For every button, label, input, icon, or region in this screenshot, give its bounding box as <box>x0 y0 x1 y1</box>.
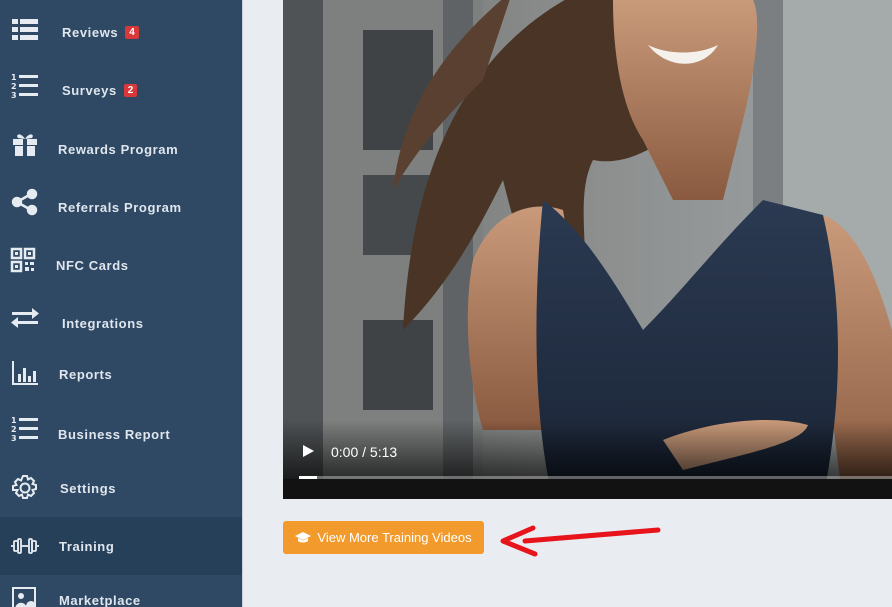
sidebar-item-rewards-program[interactable]: Rewards Program <box>0 128 242 168</box>
sidebar-item-marketplace[interactable]: Marketplace <box>0 580 242 607</box>
view-more-training-videos-button[interactable]: View More Training Videos <box>283 521 484 554</box>
sidebar-item-label: Reports <box>59 367 113 382</box>
list-icon <box>11 16 39 44</box>
view-more-training-videos-label: View More Training Videos <box>317 530 472 545</box>
qr-code-icon <box>9 246 37 274</box>
numbered-list-icon: 1 2 3 <box>11 72 39 100</box>
video-progress-bar[interactable] <box>299 476 892 479</box>
svg-text:2: 2 <box>11 425 17 434</box>
video-progress-fill <box>299 476 317 479</box>
sidebar-item-label: Surveys <box>62 83 117 98</box>
sidebar-item-label: Integrations <box>62 316 144 331</box>
sidebar-item-referrals-program[interactable]: Referrals Program <box>0 186 242 226</box>
share-icon <box>11 188 39 216</box>
sidebar-divider <box>242 0 243 607</box>
sidebar-item-label: NFC Cards <box>56 258 129 273</box>
sidebar-item-reviews[interactable]: Reviews 4 <box>0 12 242 52</box>
sidebar-item-label: Rewards Program <box>58 142 179 157</box>
sidebar-item-business-report[interactable]: 1 2 3 Business Report <box>0 413 242 453</box>
sidebar-item-nfc-cards[interactable]: NFC Cards <box>0 244 242 284</box>
svg-text:3: 3 <box>11 91 17 100</box>
sidebar-item-training[interactable]: Training <box>0 517 242 575</box>
graduation-cap-icon <box>295 531 312 542</box>
sidebar-item-label: Marketplace <box>59 593 141 607</box>
sidebar-item-surveys[interactable]: 1 2 3 Surveys 2 <box>0 70 242 110</box>
sidebar: Reviews 4 1 2 3 Surveys 2 Rewards Program <box>0 0 242 607</box>
dumbbell-icon <box>11 532 39 560</box>
numbered-list-icon: 1 2 3 <box>11 415 39 443</box>
sidebar-item-integrations[interactable]: Integrations <box>0 302 242 342</box>
sidebar-item-settings[interactable]: Settings <box>0 468 242 508</box>
sidebar-item-reports[interactable]: Reports <box>0 353 242 393</box>
svg-text:1: 1 <box>11 416 17 425</box>
gift-icon <box>11 130 39 158</box>
store-icon <box>11 586 39 607</box>
annotation-arrow <box>500 525 661 557</box>
sidebar-item-label: Training <box>59 539 115 554</box>
svg-text:2: 2 <box>11 82 17 91</box>
bar-chart-icon <box>11 359 39 387</box>
svg-text:3: 3 <box>11 434 17 443</box>
video-time-display: 0:00 / 5:13 <box>331 444 398 460</box>
reviews-count-badge: 4 <box>125 26 139 39</box>
training-video-player[interactable]: 0:00 / 5:13 <box>283 0 892 499</box>
svg-text:1: 1 <box>11 73 17 82</box>
sidebar-item-label: Business Report <box>58 427 171 442</box>
sidebar-item-label: Referrals Program <box>58 200 182 215</box>
sidebar-item-label: Settings <box>60 481 117 496</box>
exchange-arrows-icon <box>11 304 39 332</box>
play-icon[interactable] <box>301 444 315 458</box>
gear-icon <box>11 474 39 502</box>
sidebar-item-label: Reviews <box>62 25 119 40</box>
surveys-count-badge: 2 <box>123 84 138 97</box>
video-bottom-bar <box>283 479 892 499</box>
